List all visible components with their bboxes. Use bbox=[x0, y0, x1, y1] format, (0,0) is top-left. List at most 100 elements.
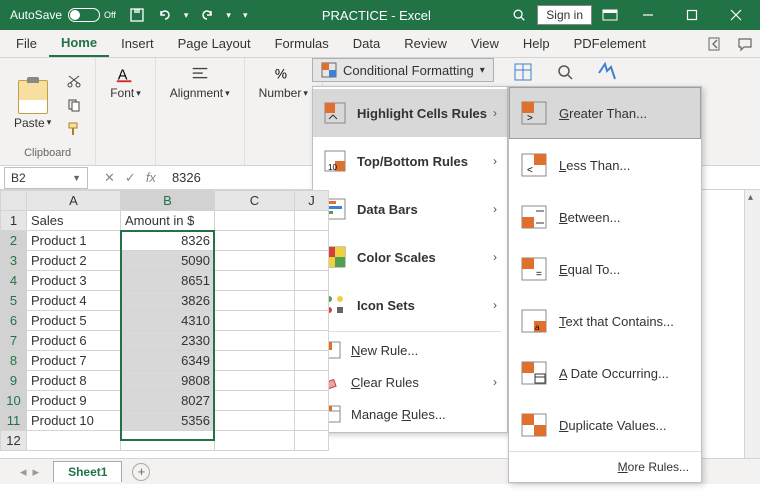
sub-more-rules[interactable]: More Rules... bbox=[509, 451, 701, 482]
cell-b8[interactable]: 6349 bbox=[121, 351, 215, 371]
row-header-1[interactable]: 1 bbox=[1, 211, 27, 231]
row-header-7[interactable]: 7 bbox=[1, 331, 27, 351]
title-bar: AutoSave Off ▾ ▾ ▾ PRACTICE - Excel Sign… bbox=[0, 0, 760, 30]
share-icon[interactable] bbox=[700, 31, 730, 57]
cell-a10[interactable]: Product 9 bbox=[27, 391, 121, 411]
vertical-scrollbar[interactable] bbox=[744, 190, 760, 458]
cell-b9[interactable]: 9808 bbox=[121, 371, 215, 391]
format-painter-icon[interactable] bbox=[63, 119, 85, 139]
cell-b3[interactable]: 5090 bbox=[121, 251, 215, 271]
cell-b5[interactable]: 3826 bbox=[121, 291, 215, 311]
row-header-9[interactable]: 9 bbox=[1, 371, 27, 391]
sub-greater-than[interactable]: > Greater Than... bbox=[509, 87, 701, 139]
row-header-11[interactable]: 11 bbox=[1, 411, 27, 431]
cell-a8[interactable]: Product 7 bbox=[27, 351, 121, 371]
row-header-12[interactable]: 12 bbox=[1, 431, 27, 451]
tab-review[interactable]: Review bbox=[392, 31, 459, 56]
redo-dropdown-icon[interactable]: ▾ bbox=[226, 10, 231, 21]
enter-formula-icon[interactable]: ✓ bbox=[125, 170, 136, 186]
alignment-dropdown[interactable]: Alignment▾ bbox=[164, 62, 236, 102]
tab-help[interactable]: Help bbox=[511, 31, 562, 56]
tab-pdfelement[interactable]: PDFelement bbox=[562, 31, 658, 56]
maximize-button[interactable] bbox=[672, 1, 712, 29]
redo-icon[interactable] bbox=[198, 6, 216, 24]
cell-b4[interactable]: 8651 bbox=[121, 271, 215, 291]
undo-icon[interactable] bbox=[156, 6, 174, 24]
row-header-10[interactable]: 10 bbox=[1, 391, 27, 411]
cell-b7[interactable]: 2330 bbox=[121, 331, 215, 351]
tab-formulas[interactable]: Formulas bbox=[263, 31, 341, 56]
tab-data[interactable]: Data bbox=[341, 31, 392, 56]
format-table-icon[interactable] bbox=[508, 60, 538, 84]
cell-b2[interactable]: 8326 bbox=[121, 231, 215, 251]
sheet-nav[interactable]: ◂▸ bbox=[20, 464, 39, 480]
cell-j1[interactable] bbox=[295, 211, 329, 231]
sub-text-contains[interactable]: a Text that Contains... bbox=[509, 295, 701, 347]
ribbon-display-icon[interactable] bbox=[600, 5, 620, 25]
number-dropdown[interactable]: % Number▾ bbox=[253, 62, 314, 102]
cell-a2[interactable]: Product 1 bbox=[27, 231, 121, 251]
minimize-button[interactable] bbox=[628, 1, 668, 29]
cut-icon[interactable] bbox=[63, 71, 85, 91]
sub-between[interactable]: Between... bbox=[509, 191, 701, 243]
copy-icon[interactable] bbox=[63, 95, 85, 115]
col-header-a[interactable]: A bbox=[27, 191, 121, 211]
row-header-6[interactable]: 6 bbox=[1, 311, 27, 331]
comments-icon[interactable] bbox=[730, 31, 760, 57]
cell-a3[interactable]: Product 2 bbox=[27, 251, 121, 271]
row-header-3[interactable]: 3 bbox=[1, 251, 27, 271]
toggle-switch[interactable] bbox=[68, 8, 100, 22]
cell-b11[interactable]: 5356 bbox=[121, 411, 215, 431]
add-sheet-button[interactable]: + bbox=[132, 463, 150, 481]
undo-dropdown-icon[interactable]: ▾ bbox=[184, 10, 189, 21]
tab-insert[interactable]: Insert bbox=[109, 31, 166, 56]
cell-a5[interactable]: Product 4 bbox=[27, 291, 121, 311]
tab-view[interactable]: View bbox=[459, 31, 511, 56]
cell-b1[interactable]: Amount in $ bbox=[121, 211, 215, 231]
chevron-right-icon: › bbox=[493, 154, 497, 168]
fx-icon[interactable]: fx bbox=[146, 170, 156, 185]
save-icon[interactable] bbox=[128, 6, 146, 24]
name-box[interactable]: B2 ▼ bbox=[4, 167, 88, 189]
formula-value[interactable]: 8326 bbox=[172, 170, 201, 185]
sub-equal-to[interactable]: = Equal To... bbox=[509, 243, 701, 295]
cell-a9[interactable]: Product 8 bbox=[27, 371, 121, 391]
cf-highlight-cells[interactable]: Highlight Cells Rules › bbox=[313, 89, 507, 137]
cell-b10[interactable]: 8027 bbox=[121, 391, 215, 411]
cell-a11[interactable]: Product 10 bbox=[27, 411, 121, 431]
row-header-4[interactable]: 4 bbox=[1, 271, 27, 291]
cf-top-bottom[interactable]: 10 Top/Bottom Rules › bbox=[313, 137, 507, 185]
tab-page-layout[interactable]: Page Layout bbox=[166, 31, 263, 56]
paste-button[interactable]: Paste▾ bbox=[8, 78, 57, 132]
cell-a6[interactable]: Product 5 bbox=[27, 311, 121, 331]
sheet-tab-1[interactable]: Sheet1 bbox=[53, 461, 122, 482]
font-dropdown[interactable]: A Font▾ bbox=[104, 62, 147, 102]
conditional-formatting-button[interactable]: Conditional Formatting ▾ bbox=[312, 58, 494, 82]
sub-duplicate-values[interactable]: Duplicate Values... bbox=[509, 399, 701, 451]
cell-a1[interactable]: Sales bbox=[27, 211, 121, 231]
cell-b6[interactable]: 4310 bbox=[121, 311, 215, 331]
find-icon[interactable] bbox=[550, 60, 580, 84]
tab-home[interactable]: Home bbox=[49, 30, 109, 57]
cell-c1[interactable] bbox=[215, 211, 295, 231]
signin-button[interactable]: Sign in bbox=[537, 5, 592, 25]
cancel-formula-icon[interactable]: ✕ bbox=[104, 170, 115, 186]
row-header-2[interactable]: 2 bbox=[1, 231, 27, 251]
search-icon[interactable] bbox=[509, 5, 529, 25]
document-title: PRACTICE - Excel bbox=[247, 8, 505, 23]
paste-icon bbox=[18, 80, 48, 114]
autosave-toggle[interactable]: AutoSave Off bbox=[10, 8, 116, 22]
col-header-b[interactable]: B bbox=[121, 191, 215, 211]
col-header-c[interactable]: C bbox=[215, 191, 295, 211]
ideas-icon[interactable] bbox=[592, 60, 622, 84]
cell-a7[interactable]: Product 6 bbox=[27, 331, 121, 351]
sub-less-than[interactable]: < Less Than... bbox=[509, 139, 701, 191]
row-header-5[interactable]: 5 bbox=[1, 291, 27, 311]
col-header-j[interactable]: J bbox=[295, 191, 329, 211]
close-button[interactable] bbox=[716, 1, 756, 29]
tab-file[interactable]: File bbox=[4, 31, 49, 56]
cell-a4[interactable]: Product 3 bbox=[27, 271, 121, 291]
select-all-corner[interactable] bbox=[1, 191, 27, 211]
sub-date-occurring[interactable]: A Date Occurring... bbox=[509, 347, 701, 399]
row-header-8[interactable]: 8 bbox=[1, 351, 27, 371]
